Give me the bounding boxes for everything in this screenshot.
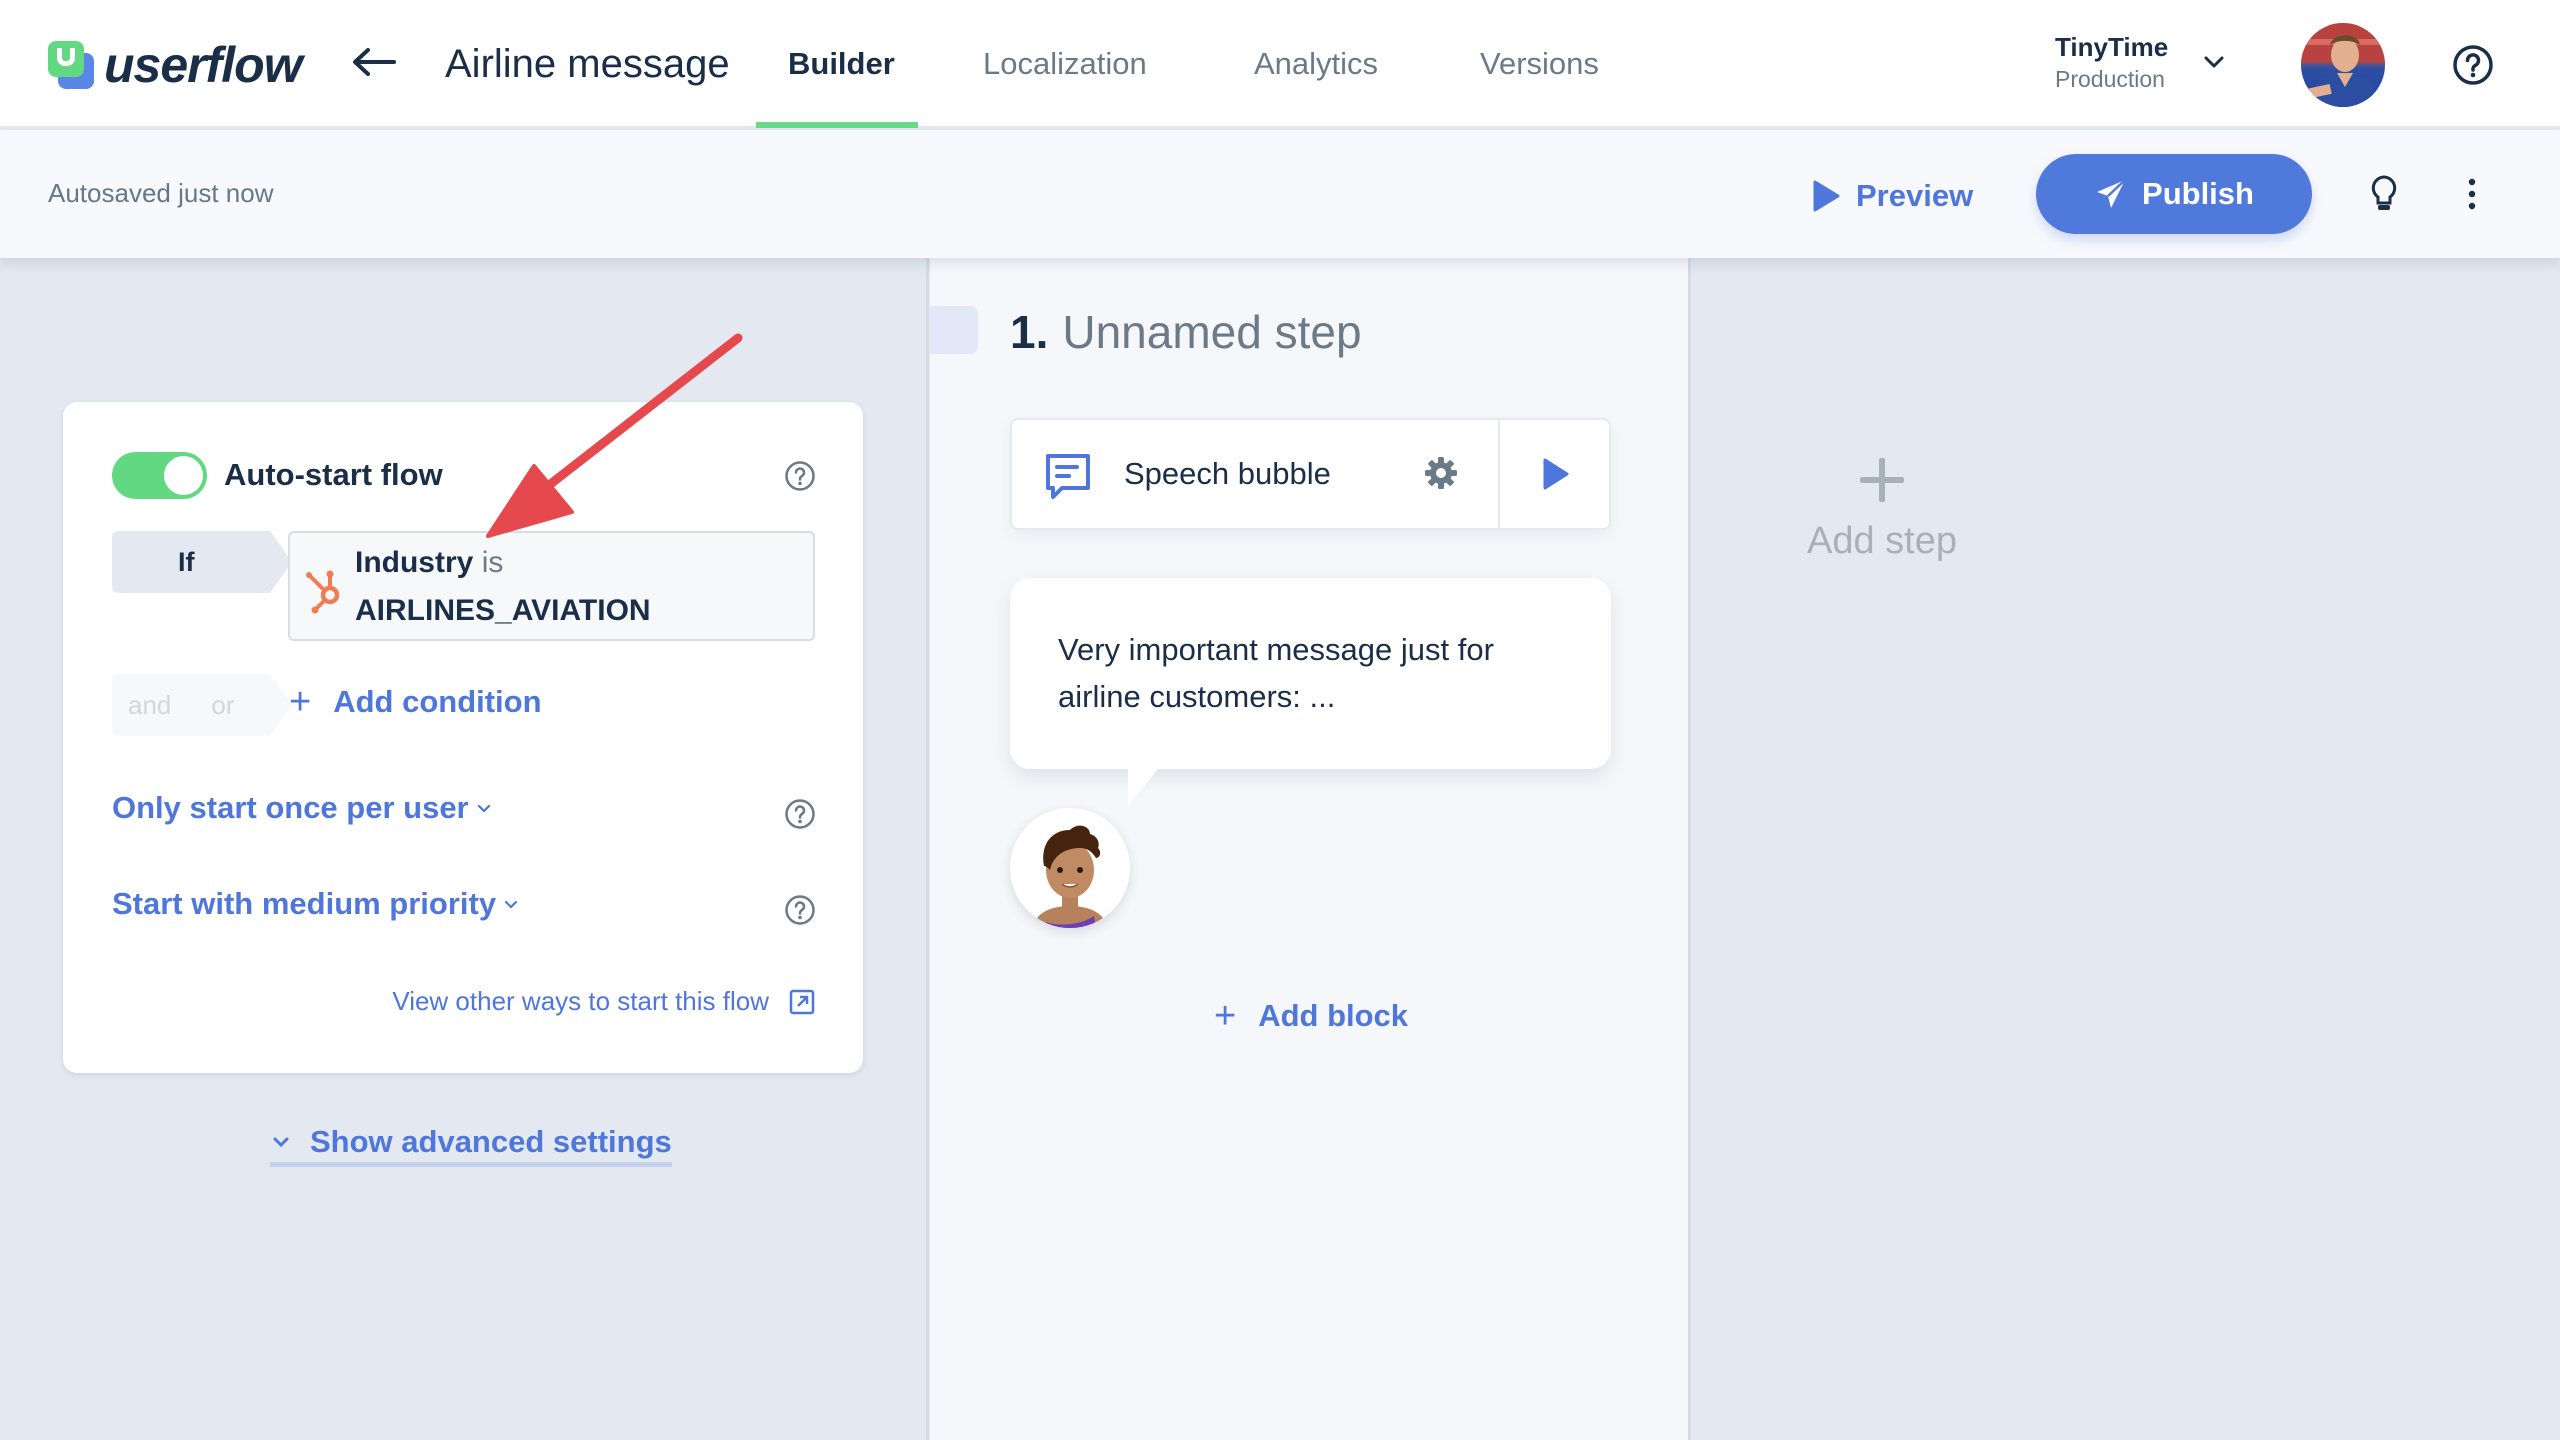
preview-button[interactable]: Preview: [1812, 170, 1973, 222]
step-number: 1.: [1010, 306, 1049, 358]
block-preview-button[interactable]: [1500, 420, 1611, 528]
if-label: If: [112, 531, 292, 593]
top-header: userflow Airline message Builder Localiz…: [0, 0, 2560, 128]
workspace-environment: Production: [2055, 66, 2165, 92]
tab-localization[interactable]: Localization: [983, 36, 1147, 128]
logo-text: userflow: [104, 37, 303, 93]
auto-start-label: Auto-start flow: [224, 457, 443, 492]
view-other-label: View other ways to start this flow: [392, 986, 769, 1016]
plus-icon: +: [1214, 995, 1237, 1037]
chevron-down-icon: [477, 804, 490, 813]
tab-analytics[interactable]: Analytics: [1254, 36, 1378, 128]
woman-avatar-illustration: [1032, 825, 1108, 928]
builder-toolbar: Autosaved just now Preview Publish: [0, 130, 2560, 258]
frequency-label: Only start once per user: [112, 790, 469, 825]
kebab-menu-icon[interactable]: [2458, 174, 2486, 214]
start-settings-panel: Auto-start flow If Industry is AIRLINES_…: [0, 258, 929, 1440]
add-step-button[interactable]: Add step: [1792, 458, 1972, 563]
speech-bubble-preview[interactable]: Very important message just for airline …: [1010, 578, 1611, 806]
flow-title[interactable]: Airline message: [445, 36, 730, 92]
condition-industry[interactable]: Industry is AIRLINES_AVIATION: [288, 531, 815, 641]
condition-attribute-row: Industry is: [355, 541, 503, 585]
add-block-button[interactable]: + Add block: [1214, 995, 1409, 1037]
tab-builder[interactable]: Builder: [788, 36, 895, 128]
question-circle-icon[interactable]: [784, 894, 816, 926]
question-circle-icon[interactable]: [784, 460, 816, 492]
start-settings-card: Auto-start flow If Industry is AIRLINES_…: [63, 402, 863, 1073]
condition-operator: is: [481, 546, 504, 579]
advanced-settings-label: Show advanced settings: [310, 1124, 672, 1159]
step-column: 1. Unnamed step Speech bubble Very import…: [930, 258, 1691, 1440]
add-condition-button[interactable]: + Add condition: [289, 681, 542, 723]
auto-start-toggle[interactable]: [112, 452, 207, 499]
workspace-switcher[interactable]: TinyTime Production: [2055, 30, 2168, 94]
block-label: Speech bubble: [1124, 456, 1331, 491]
add-step-label: Add step: [1807, 520, 1957, 562]
chevron-down-icon: [273, 1137, 289, 1148]
userflow-logo-icon: [48, 41, 96, 89]
speech-bubble-icon: [1046, 454, 1090, 499]
chevron-down-icon[interactable]: [2200, 48, 2228, 76]
bubble-tail: [1128, 766, 1160, 806]
userflow-logo[interactable]: userflow: [48, 37, 303, 93]
active-tab-indicator: [756, 122, 918, 128]
step-name[interactable]: Unnamed step: [1062, 306, 1361, 358]
priority-dropdown[interactable]: Start with medium priority: [112, 886, 520, 922]
preview-label: Preview: [1856, 178, 1974, 213]
publish-label: Publish: [2142, 176, 2254, 211]
user-avatar[interactable]: [2301, 23, 2385, 107]
add-block-label: Add block: [1258, 998, 1409, 1033]
workspace-name: TinyTime: [2055, 32, 2169, 62]
back-button[interactable]: [346, 36, 402, 88]
question-circle-icon[interactable]: [784, 798, 816, 830]
step-title: 1. Unnamed step: [1010, 302, 1362, 362]
autosave-status: Autosaved just now: [48, 178, 274, 208]
frequency-dropdown[interactable]: Only start once per user: [112, 790, 493, 826]
speech-bubble-block: Speech bubble: [1010, 418, 1611, 530]
lightbulb-icon[interactable]: [2366, 174, 2402, 214]
bubble-text: Very important message just for airline …: [1058, 632, 1494, 714]
user-photo: [2301, 23, 2385, 107]
external-link-icon: [789, 989, 815, 1014]
paper-plane-icon: [2097, 179, 2126, 208]
question-circle-icon[interactable]: [2452, 44, 2494, 86]
condition-value: AIRLINES_AVIATION: [355, 594, 651, 627]
or-option[interactable]: or: [211, 674, 234, 736]
priority-label: Start with medium priority: [112, 886, 497, 921]
add-step-column: Add step: [1692, 258, 2560, 1440]
view-other-ways-link[interactable]: View other ways to start this flow: [392, 986, 815, 1017]
arrow-left-icon: [353, 48, 396, 76]
plus-icon: +: [289, 681, 312, 723]
and-option[interactable]: and: [128, 674, 171, 736]
show-advanced-settings-button[interactable]: Show advanced settings: [270, 1124, 672, 1167]
hubspot-icon: [306, 570, 340, 614]
add-condition-label: Add condition: [333, 684, 542, 719]
step-drag-handle[interactable]: [930, 306, 978, 354]
play-icon: [1813, 180, 1840, 212]
chevron-down-icon: [505, 900, 518, 909]
condition-attribute: Industry: [355, 546, 474, 579]
play-icon: [1543, 458, 1568, 490]
tab-versions[interactable]: Versions: [1480, 36, 1599, 128]
gear-icon[interactable]: [1424, 456, 1458, 490]
publish-button[interactable]: Publish: [2036, 154, 2312, 234]
and-or-selector: and or: [112, 674, 292, 736]
plus-icon: [1860, 458, 1904, 502]
bubble-avatar: [1010, 808, 1130, 928]
